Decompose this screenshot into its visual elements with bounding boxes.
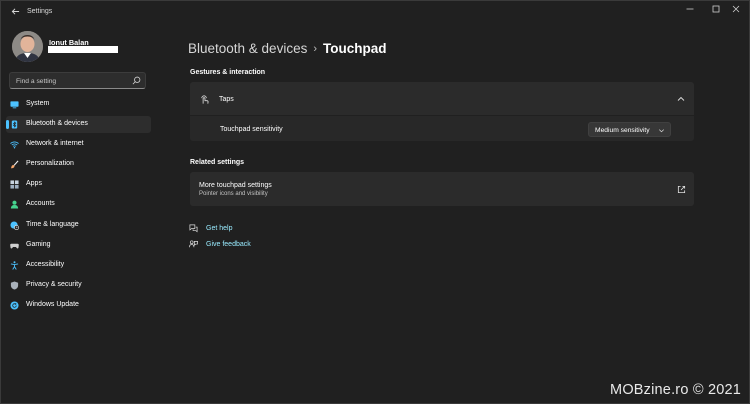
more-touchpad-settings-title: More touchpad settings xyxy=(199,182,272,189)
search-icon[interactable] xyxy=(132,76,141,85)
sensitivity-dropdown-value: Medium sensitivity xyxy=(595,126,650,134)
search-input[interactable] xyxy=(16,76,128,86)
wifi-icon xyxy=(10,141,19,149)
sidebar-item-label: Personalization xyxy=(26,160,74,167)
close-icon xyxy=(732,5,740,13)
app-title: Settings xyxy=(27,8,53,15)
feedback-icon xyxy=(189,240,198,248)
bluetooth-icon xyxy=(11,120,18,129)
sidebar-item-label: System xyxy=(26,100,50,107)
sidebar-item-label: Windows Update xyxy=(26,301,79,308)
sidebar-item-personalization[interactable]: Personalization xyxy=(6,156,151,173)
breadcrumb-separator: › xyxy=(313,43,317,55)
more-touchpad-settings-card[interactable]: More touchpad settings Pointer icons and… xyxy=(190,172,694,206)
globe-clock-icon xyxy=(10,221,19,230)
sidebar-item-label: Apps xyxy=(26,180,42,187)
arrow-left-icon xyxy=(11,8,19,15)
sidebar-item-accessibility[interactable]: Accessibility xyxy=(6,257,151,274)
open-external-icon xyxy=(677,185,686,194)
give-feedback-link[interactable]: Give feedback xyxy=(206,241,251,248)
related-settings-heading: Related settings xyxy=(190,159,245,166)
back-button[interactable] xyxy=(7,5,23,21)
gestures-heading: Gestures & interaction xyxy=(190,69,266,76)
avatar-photo xyxy=(12,31,43,62)
monitor-icon xyxy=(10,101,19,109)
brush-icon xyxy=(10,160,19,169)
close-button[interactable] xyxy=(723,3,749,19)
breadcrumb: Bluetooth & devices › Touchpad xyxy=(188,41,387,56)
sidebar-item-label: Time & language xyxy=(26,221,79,228)
sensitivity-dropdown[interactable]: Medium sensitivity xyxy=(588,122,671,137)
shield-icon xyxy=(10,281,19,290)
sidebar-item-label: Gaming xyxy=(26,241,51,248)
sidebar-item-gaming[interactable]: Gaming xyxy=(6,237,151,254)
sidebar-item-label: Privacy & security xyxy=(26,281,82,288)
sidebar-item-label: Bluetooth & devices xyxy=(26,120,88,127)
minimize-icon xyxy=(686,8,694,10)
chevron-down-icon xyxy=(659,129,664,133)
settings-window: Settings Ionut Balan System Bl xyxy=(0,0,750,404)
sidebar-item-system[interactable]: System xyxy=(6,96,151,113)
touchpad-sensitivity-label: Touchpad sensitivity xyxy=(220,126,283,133)
maximize-icon xyxy=(712,5,720,13)
sidebar-item-windows-update[interactable]: Windows Update xyxy=(6,297,151,314)
page-title: Touchpad xyxy=(323,41,387,56)
taps-card[interactable]: Taps xyxy=(190,82,694,115)
touchpad-sensitivity-row: Touchpad sensitivity Medium sensitivity xyxy=(190,115,694,141)
sidebar-item-bluetooth-devices[interactable]: Bluetooth & devices xyxy=(6,116,151,133)
avatar[interactable] xyxy=(12,31,43,62)
help-chat-icon xyxy=(189,224,198,233)
accessibility-icon xyxy=(10,261,19,270)
user-email-redacted xyxy=(48,46,118,53)
sidebar-item-label: Accounts xyxy=(26,200,55,207)
sidebar-item-label: Network & internet xyxy=(26,140,84,147)
search-box[interactable] xyxy=(9,72,146,89)
title-bar: Settings xyxy=(1,1,749,25)
watermark: MOBzine.ro © 2021 xyxy=(610,382,741,398)
sidebar-item-privacy-security[interactable]: Privacy & security xyxy=(6,277,151,294)
breadcrumb-parent[interactable]: Bluetooth & devices xyxy=(188,41,307,56)
selection-indicator xyxy=(6,120,9,129)
minimize-button[interactable] xyxy=(677,3,703,19)
sidebar-item-apps[interactable]: Apps xyxy=(6,176,151,193)
get-help-link[interactable]: Get help xyxy=(206,225,232,232)
sidebar-item-network-internet[interactable]: Network & internet xyxy=(6,136,151,153)
tap-gesture-icon xyxy=(201,95,209,104)
sidebar-item-time-language[interactable]: Time & language xyxy=(6,217,151,234)
update-icon xyxy=(10,301,19,310)
gamepad-icon xyxy=(10,243,19,249)
sidebar-item-label: Accessibility xyxy=(26,261,65,268)
person-icon xyxy=(10,200,19,209)
apps-icon xyxy=(10,180,19,189)
more-touchpad-settings-subtitle: Pointer icons and visibility xyxy=(199,191,268,197)
taps-label: Taps xyxy=(219,96,234,103)
chevron-up-icon[interactable] xyxy=(676,94,686,104)
sidebar-item-accounts[interactable]: Accounts xyxy=(6,196,151,213)
